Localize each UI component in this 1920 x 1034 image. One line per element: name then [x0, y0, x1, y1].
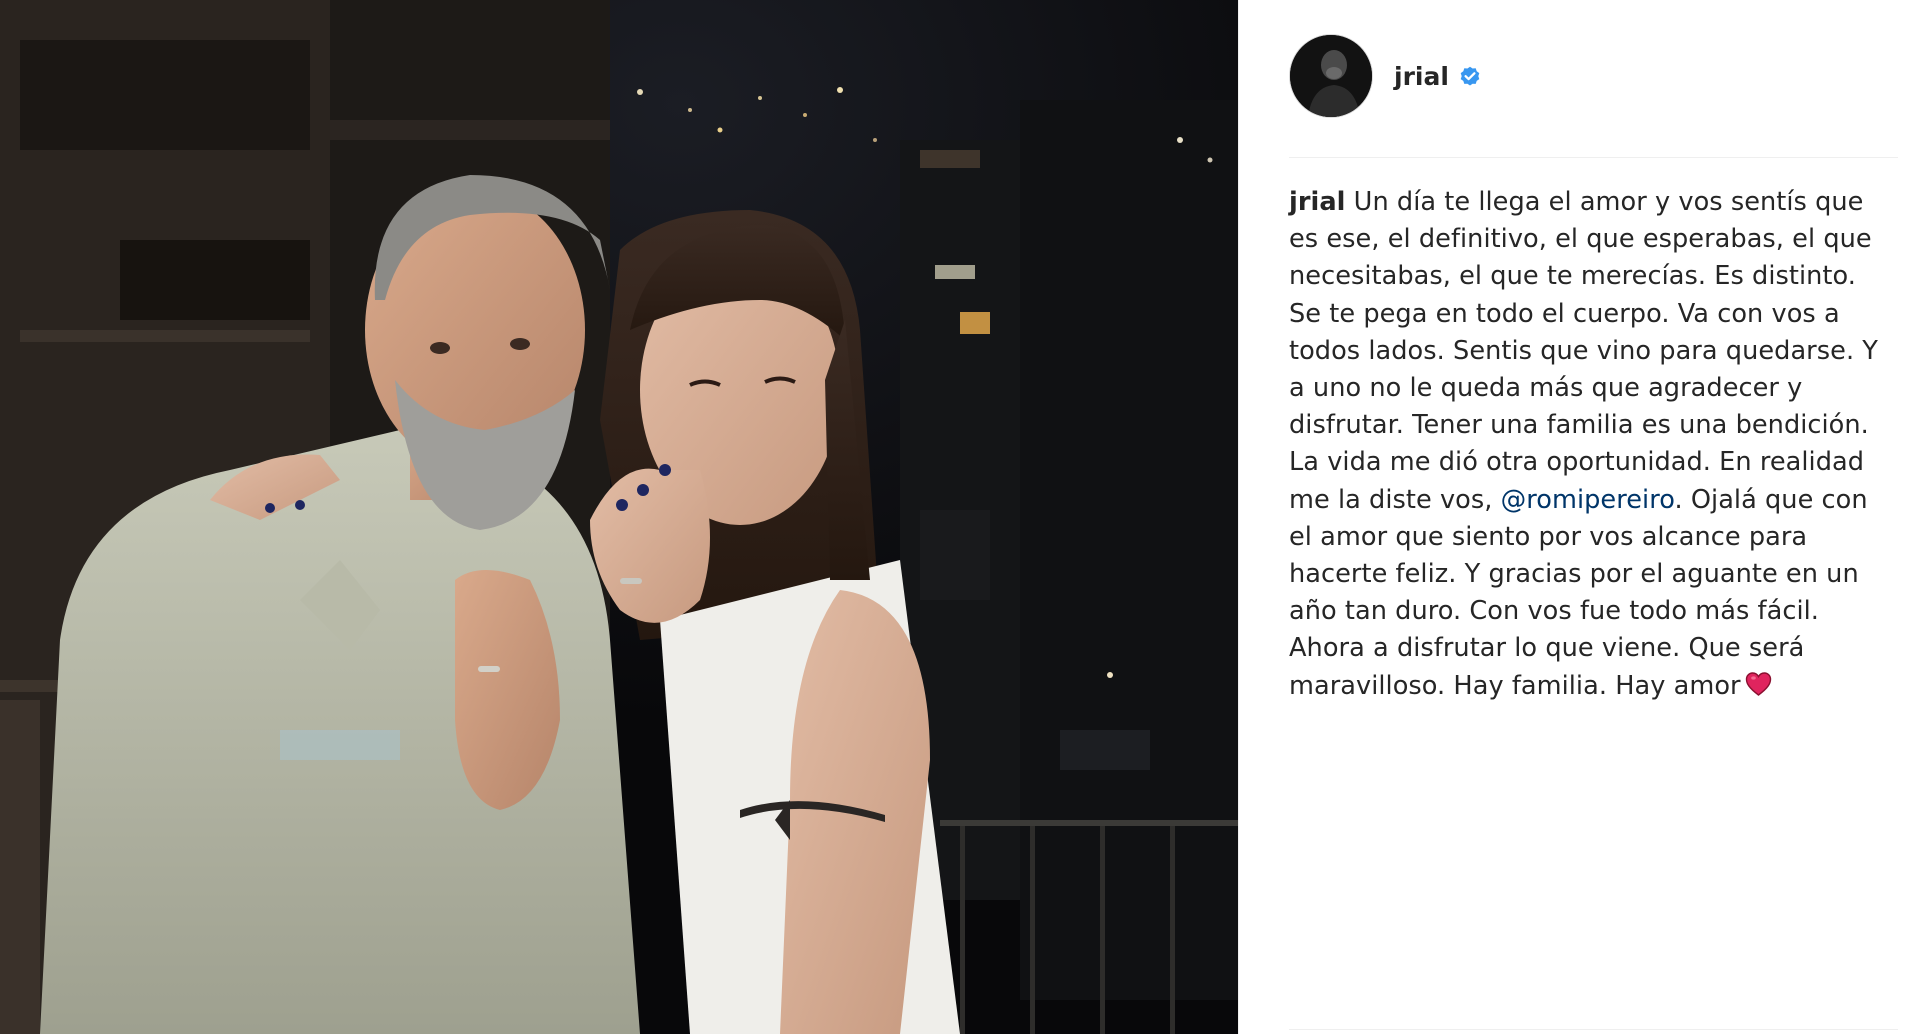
red-heart-icon — [1745, 671, 1772, 697]
post-header: jrial — [1289, 33, 1890, 119]
caption-text-part2: . Ojalá que con el amor que siento por v… — [1289, 484, 1868, 701]
profile-avatar-icon — [1290, 35, 1372, 117]
post-photo[interactable] — [0, 0, 1238, 1034]
caption-mention-link[interactable]: @romipereiro — [1501, 485, 1675, 515]
post-caption: jrial Un día te llega el amor y vos sent… — [1289, 184, 1889, 705]
post-sidebar: jrial jrial Un día te llega el amor y vo… — [1238, 0, 1920, 1034]
couple-photo-image — [0, 0, 1238, 1034]
caption-text-part1: Un día te llega el amor y vos sentís que… — [1289, 187, 1878, 515]
verified-badge-icon — [1458, 64, 1482, 88]
footer-divider — [1289, 1029, 1898, 1030]
avatar[interactable] — [1289, 34, 1373, 118]
instagram-post: jrial jrial Un día te llega el amor y vo… — [0, 0, 1920, 1034]
header-divider — [1289, 157, 1898, 158]
author-username[interactable]: jrial — [1394, 62, 1449, 91]
caption-username[interactable]: jrial — [1289, 187, 1345, 217]
